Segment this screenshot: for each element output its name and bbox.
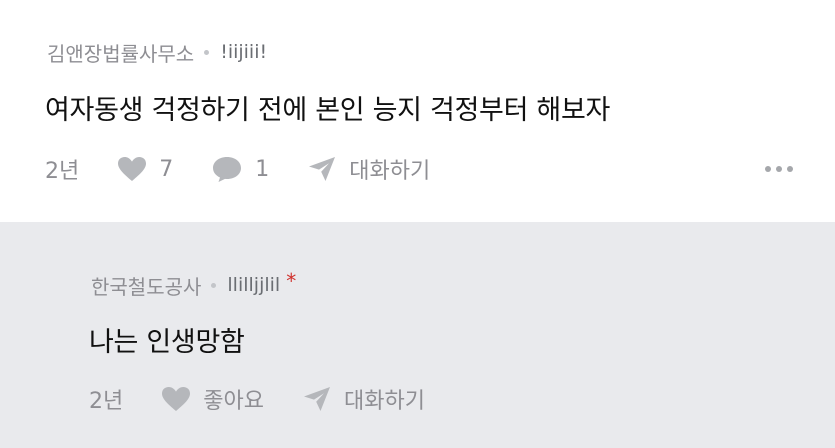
more-dot bbox=[765, 166, 771, 172]
reply-count: 1 bbox=[255, 156, 270, 182]
separator-dot bbox=[211, 282, 217, 288]
reply-author[interactable]: 한국철도공사 bbox=[91, 271, 201, 300]
reply-button[interactable]: 1 bbox=[211, 155, 269, 183]
chat-button[interactable]: 대화하기 bbox=[307, 153, 430, 185]
separator-dot bbox=[204, 49, 210, 55]
reply-nickname[interactable]: llilljjlil bbox=[227, 274, 280, 296]
heart-icon bbox=[118, 157, 147, 181]
author-mark: * bbox=[286, 269, 297, 293]
chat-label: 대화하기 bbox=[343, 389, 425, 414]
send-icon bbox=[303, 387, 330, 411]
comment-time: 2년 bbox=[45, 159, 80, 184]
like-label: 좋아요 bbox=[203, 389, 264, 414]
like-button[interactable]: 7 bbox=[117, 156, 173, 182]
like-count: 7 bbox=[159, 156, 174, 182]
more-dot bbox=[776, 166, 782, 172]
reply-chat-button[interactable]: 대화하기 bbox=[302, 383, 425, 415]
send-icon bbox=[309, 157, 336, 181]
comment: 김앤장법률사무소 !iijiii! 여자동생 걱정하기 전에 본인 능지 걱정부… bbox=[0, 0, 835, 222]
reply-time: 2년 bbox=[89, 389, 124, 414]
comment-nickname[interactable]: !iijiii! bbox=[220, 41, 267, 63]
comment-meta: 김앤장법률사무소 !iijiii! bbox=[47, 37, 267, 67]
reply-comment: 한국철도공사 llilljjlil * 나는 인생망함 2년 좋아요 대화하기 bbox=[0, 222, 835, 448]
reply-actions: 2년 좋아요 대화하기 bbox=[89, 381, 463, 417]
comment-text: 여자동생 걱정하기 전에 본인 능지 걱정부터 해보자 bbox=[45, 95, 611, 126]
more-icon[interactable] bbox=[765, 162, 793, 176]
comment-author[interactable]: 김앤장법률사무소 bbox=[47, 38, 194, 67]
reply-text: 나는 인생망함 bbox=[89, 327, 245, 358]
reply-like-button[interactable]: 좋아요 bbox=[161, 383, 264, 415]
comment-actions: 2년 7 1 대화하기 bbox=[45, 151, 468, 187]
chat-label: 대화하기 bbox=[349, 159, 431, 184]
heart-icon bbox=[162, 387, 191, 411]
speech-bubble-icon bbox=[213, 157, 242, 182]
more-dot bbox=[787, 166, 793, 172]
reply-meta: 한국철도공사 llilljjlil * bbox=[91, 269, 297, 300]
